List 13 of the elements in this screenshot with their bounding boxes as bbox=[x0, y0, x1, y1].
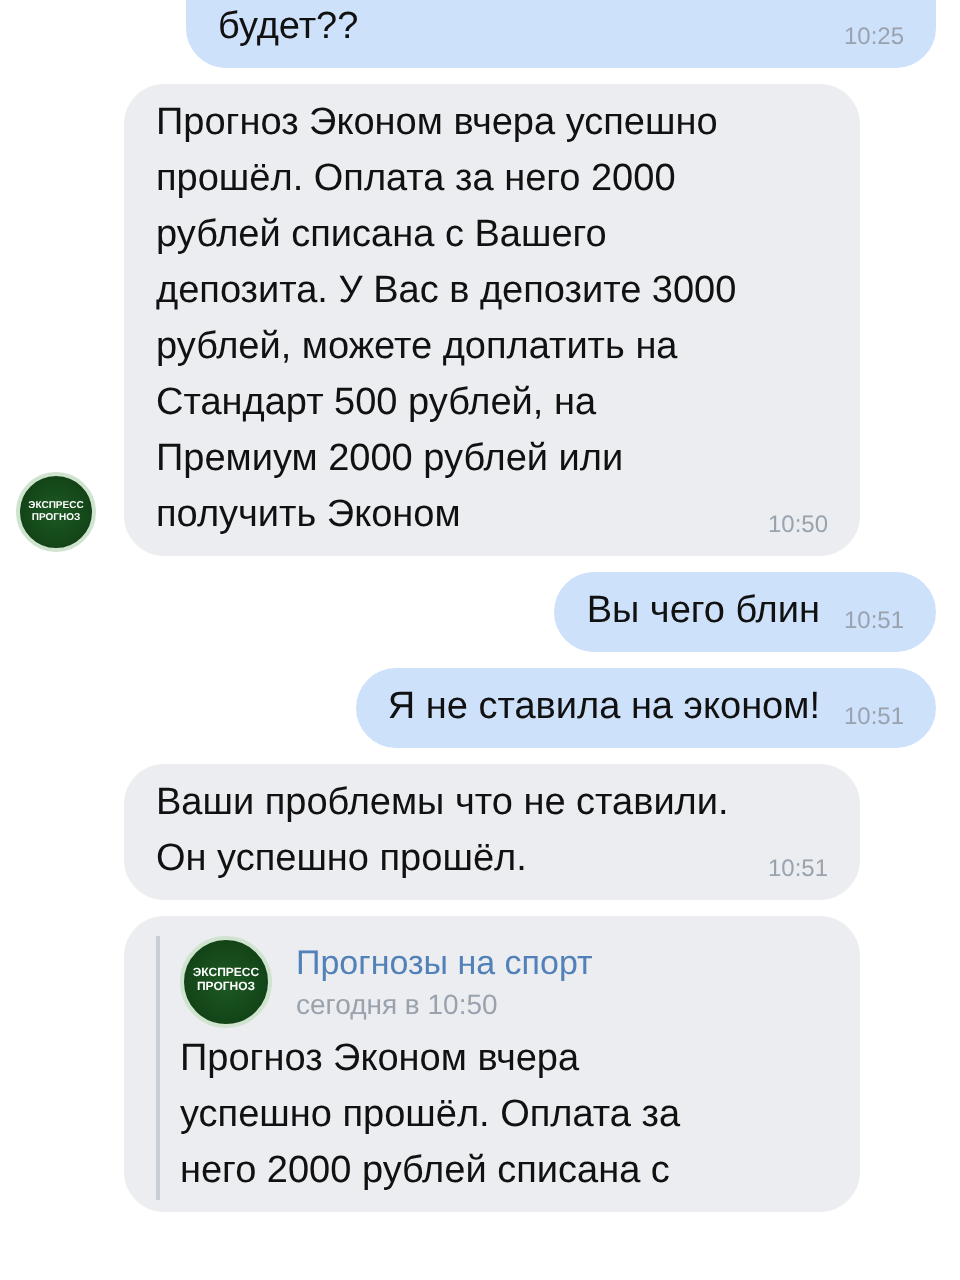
message-text: Прогноз Эконом вчера успешно прошёл. Оплата за него 2000 рублей списана с Вашего депозита. У Вас в депозите 3000 рублей, можете доплатить на Стандарт 500 рублей, на Премиум 2000 рублей или получить Эконом bbox=[156, 100, 737, 540]
message-text: Ваши проблемы что не ставили. Он успешно прошёл. bbox=[156, 780, 729, 884]
message-text: Я не ставила на эконом! bbox=[387, 684, 820, 732]
message-time: 10:25 bbox=[843, 22, 904, 54]
message-time: 10:50 bbox=[767, 510, 828, 542]
message-time: 10:51 bbox=[843, 606, 904, 638]
forward-date: сегодня в 10:50 bbox=[296, 986, 500, 1022]
message-text: Прогноз Эконом вчера успешно прошёл. Оплата за него 2000 рублей списана с bbox=[180, 1036, 683, 1196]
message-text: Вы чего блин bbox=[586, 588, 820, 636]
message-text: будет?? bbox=[218, 4, 359, 52]
sender-name[interactable]: Прогнозы на спорт bbox=[296, 942, 593, 986]
message-time: 10:51 bbox=[767, 854, 828, 886]
message-time: 10:51 bbox=[843, 702, 904, 734]
